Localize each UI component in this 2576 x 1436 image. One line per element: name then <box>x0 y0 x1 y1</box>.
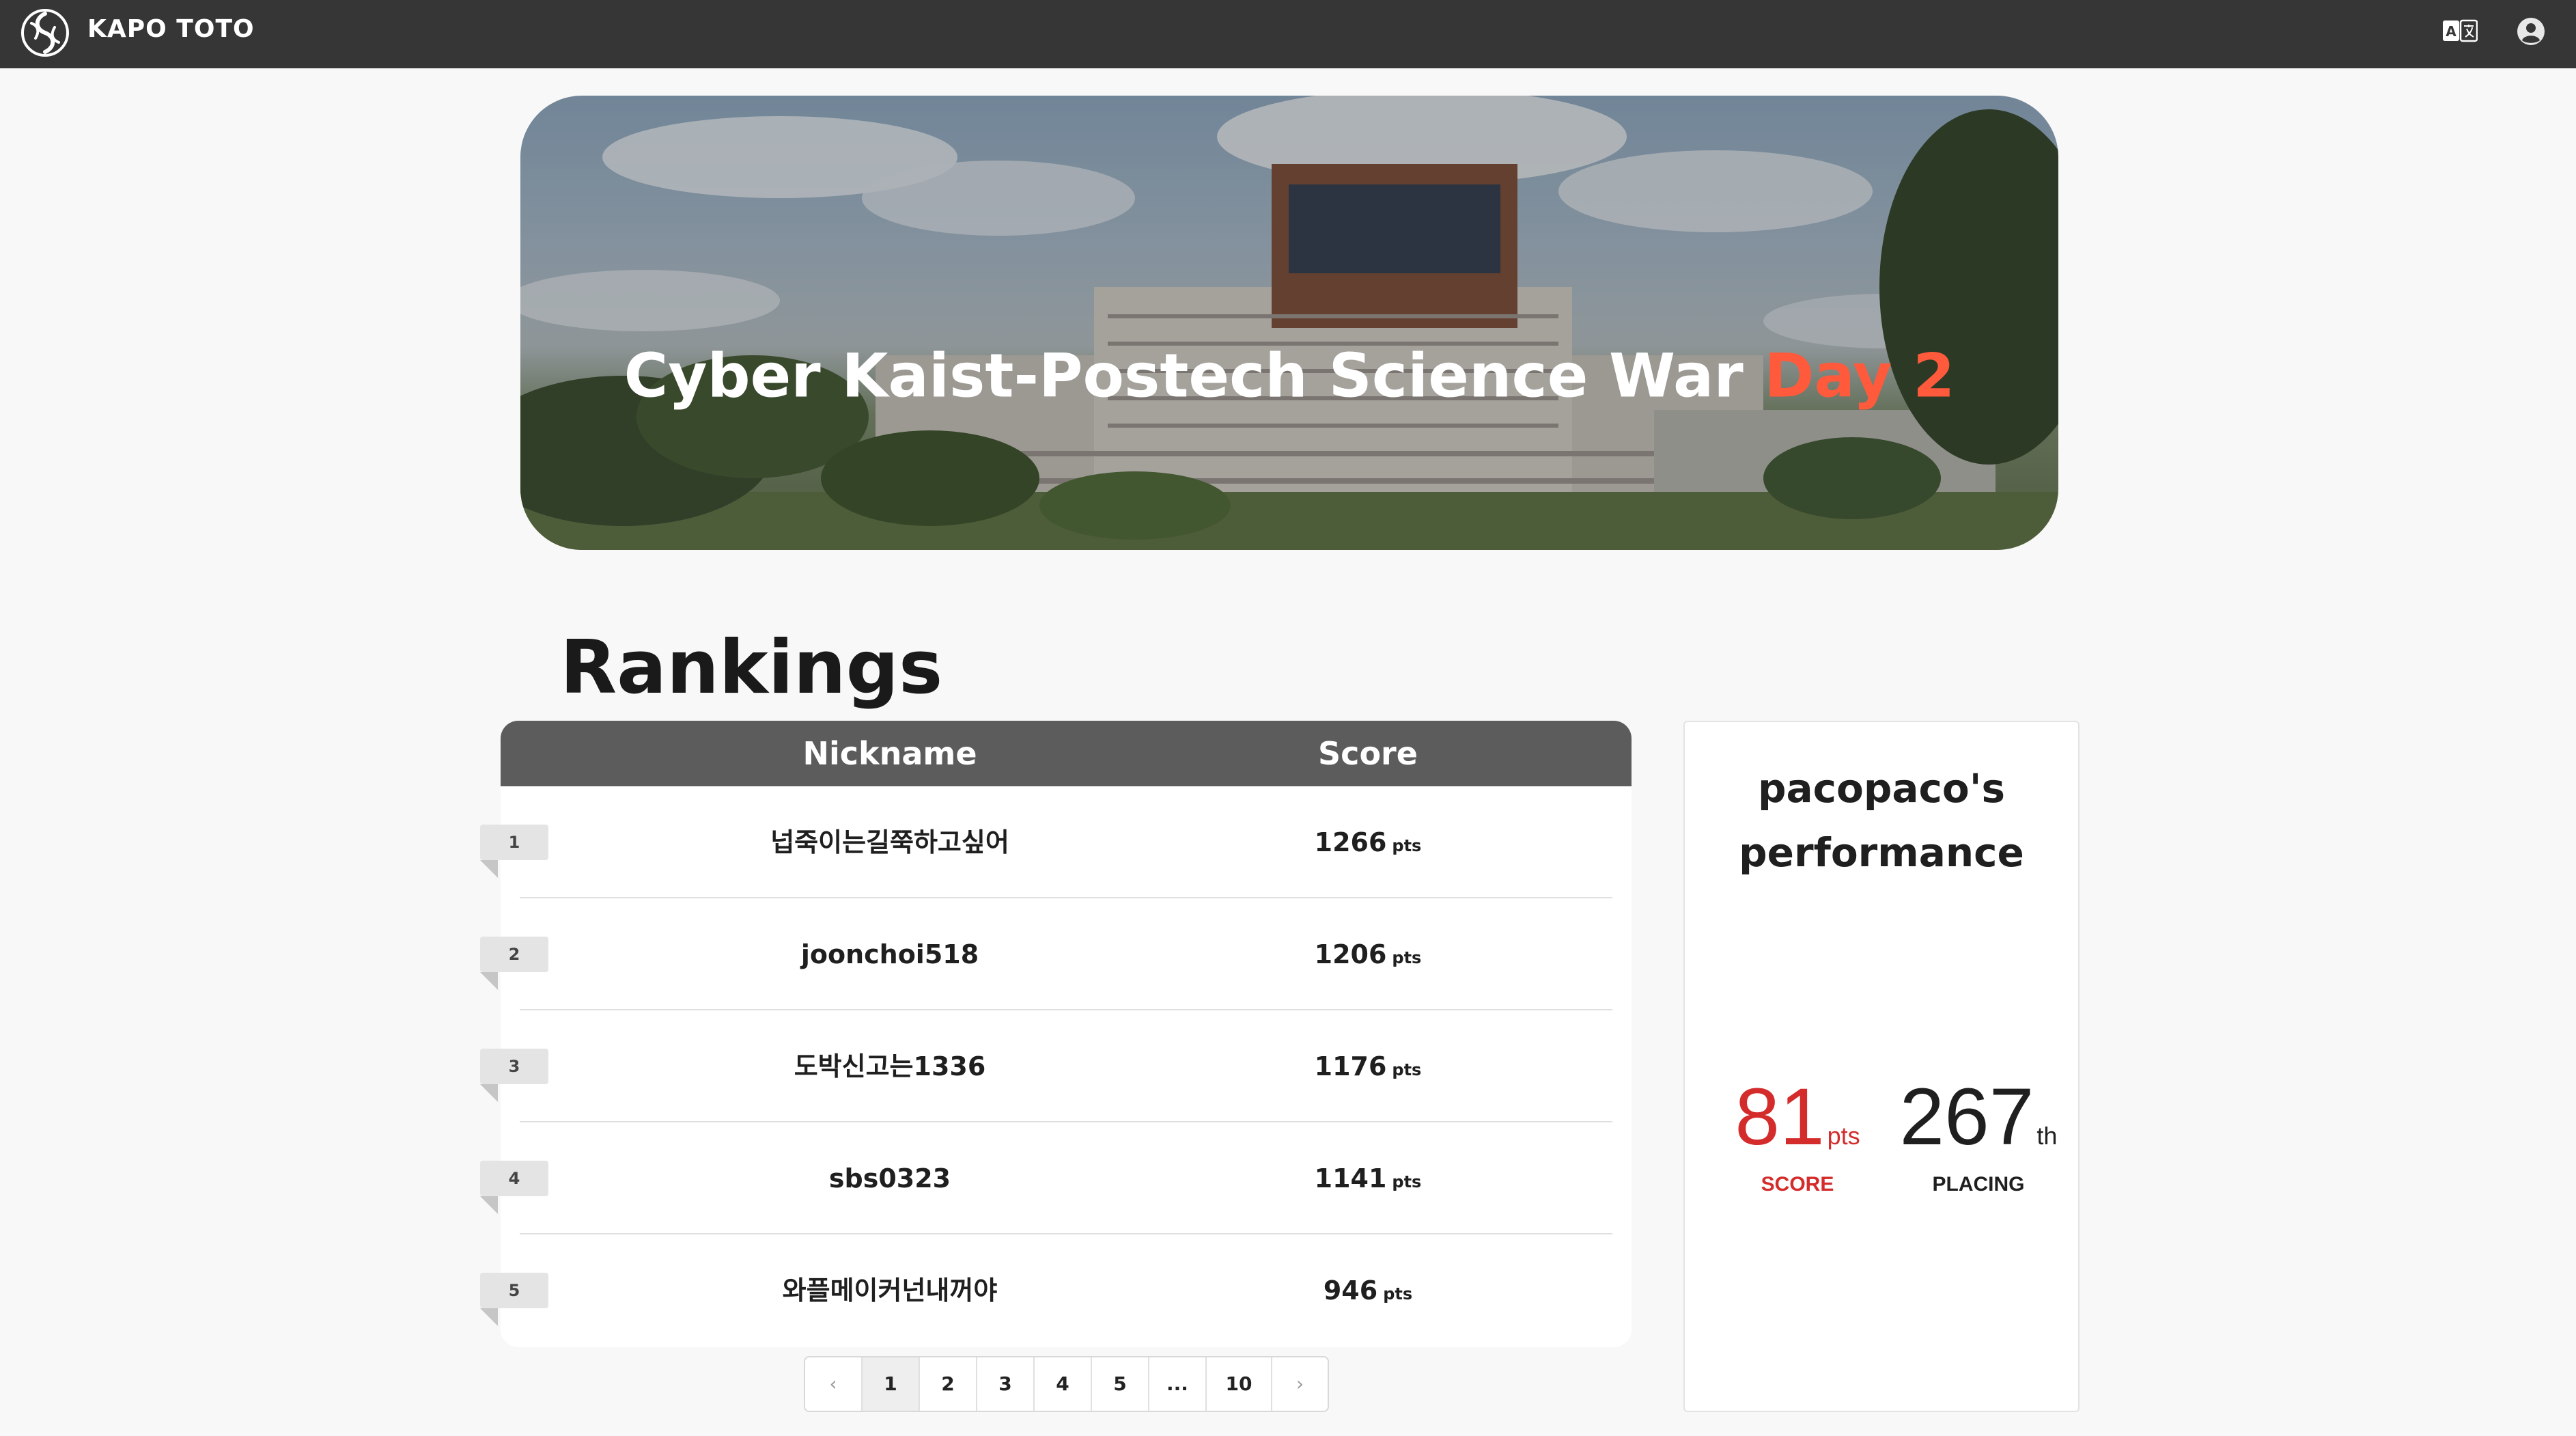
performance-title-label: performance <box>1739 829 2024 876</box>
page-button-1[interactable]: 1 <box>863 1357 920 1411</box>
rank-badge-fold <box>480 1308 498 1326</box>
column-header-nickname: Nickname <box>802 735 977 772</box>
score-value: 946 <box>1323 1275 1378 1306</box>
nickname-cell: joonchoi518 <box>800 939 979 969</box>
score-stat-unit: pts <box>1827 1122 1860 1150</box>
table-row[interactable]: 5 와플메이커넌내꺼야 946 pts <box>480 1234 1632 1347</box>
rank-badge-fold <box>480 1196 498 1214</box>
nickname-cell: 도박신고는1336 <box>794 1051 986 1081</box>
score-cell: 1176 pts <box>1190 1010 1545 1122</box>
table-row[interactable]: 3 도박신고는1336 1176 pts <box>480 1010 1632 1122</box>
hero-title-main: Cyber Kaist-Postech Science War <box>624 340 1744 411</box>
page-button-4[interactable]: 4 <box>1035 1357 1092 1411</box>
hero-banner: Cyber Kaist-Postech Science War Day 2 <box>520 96 2058 550</box>
placing-stat-label: PLACING <box>1932 1173 2025 1196</box>
page-ellipsis: ... <box>1149 1357 1207 1411</box>
rank-badge: 3 <box>480 1049 548 1084</box>
score-cell: 946 pts <box>1190 1234 1545 1347</box>
rank-badge-fold <box>480 1084 498 1102</box>
page-button-2[interactable]: 2 <box>920 1357 977 1411</box>
score-stat-label: SCORE <box>1761 1173 1834 1196</box>
score-value: 1266 <box>1314 827 1387 857</box>
pagination: ‹ 1 2 3 4 5 ... 10 › <box>804 1356 1329 1412</box>
score-cell: 1141 pts <box>1190 1122 1545 1234</box>
score-stat: 81 pts SCORE <box>1719 1071 1876 1196</box>
table-row[interactable]: 2 joonchoi518 1206 pts <box>480 898 1632 1010</box>
prev-page-button[interactable]: ‹ <box>805 1357 863 1411</box>
performance-card: pacopaco's performance 81 pts SCORE 267th… <box>1683 721 2080 1412</box>
score-unit: pts <box>1392 1172 1422 1191</box>
translate-icon[interactable]: A <box>2442 19 2478 42</box>
score-cell: 1206 pts <box>1190 898 1545 1010</box>
score-unit: pts <box>1392 948 1422 967</box>
page-button-3[interactable]: 3 <box>977 1357 1035 1411</box>
score-unit: pts <box>1392 1060 1422 1079</box>
score-cell: 1266 pts <box>1190 786 1545 898</box>
top-navbar: KAPO TOTO A <box>0 0 2576 68</box>
nickname-cell: 넙죽이는길쭉하고싶어 <box>770 827 1009 857</box>
hero-overlay <box>520 96 2058 550</box>
score-unit: pts <box>1392 836 1422 855</box>
rank-badge-fold <box>480 972 498 990</box>
nickname-cell: 와플메이커넌내꺼야 <box>782 1275 998 1306</box>
next-page-button[interactable]: › <box>1272 1357 1328 1411</box>
score-unit: pts <box>1383 1284 1413 1303</box>
hero-title-accent: Day 2 <box>1764 340 1955 411</box>
score-value: 1176 <box>1314 1051 1387 1081</box>
page-button-10[interactable]: 10 <box>1207 1357 1272 1411</box>
score-value: 1141 <box>1314 1163 1387 1193</box>
rank-badge-fold <box>480 860 498 878</box>
score-value: 1206 <box>1314 939 1387 969</box>
performance-title: pacopaco's performance <box>1685 756 2078 885</box>
table-row[interactable]: 1 넙죽이는길쭉하고싶어 1266 pts <box>480 786 1632 898</box>
brand-name[interactable]: KAPO TOTO <box>87 15 255 43</box>
rank-badge: 2 <box>480 937 548 972</box>
rankings-table: Nickname Score 1 넙죽이는길쭉하고싶어 1266 pts 2 jo… <box>480 721 1632 1347</box>
svg-text:A: A <box>2446 23 2456 40</box>
rankings-heading: Rankings <box>560 625 943 710</box>
rank-badge: 5 <box>480 1273 548 1308</box>
page-button-5[interactable]: 5 <box>1092 1357 1149 1411</box>
rank-badge: 4 <box>480 1161 548 1196</box>
nickname-cell: sbs0323 <box>828 1163 951 1193</box>
placing-stat-suffix: th <box>2036 1122 2058 1150</box>
placing-stat-value: 267 <box>1899 1072 2034 1162</box>
performance-title-user: pacopaco's <box>1757 765 2006 812</box>
table-header: Nickname Score <box>501 721 1632 786</box>
table-row[interactable]: 4 sbs0323 1141 pts <box>480 1122 1632 1234</box>
column-header-score: Score <box>1318 735 1418 772</box>
rank-badge: 1 <box>480 825 548 860</box>
kapo-logo-icon[interactable] <box>20 8 70 57</box>
account-circle-icon[interactable] <box>2516 16 2546 46</box>
score-stat-value: 81 <box>1735 1072 1825 1162</box>
placing-stat: 267th PLACING <box>1890 1071 2067 1196</box>
